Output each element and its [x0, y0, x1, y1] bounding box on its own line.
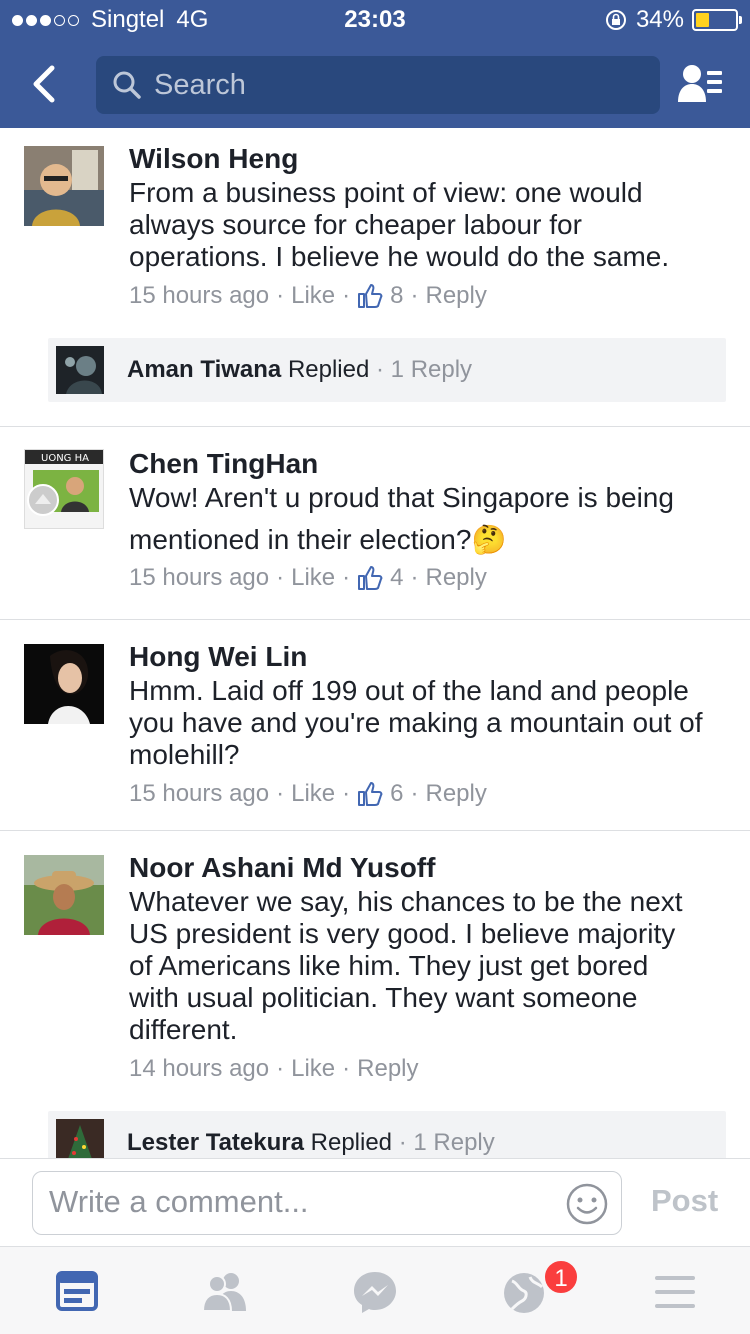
- reply-author: Aman Tiwana: [127, 356, 282, 383]
- timestamp: 15 hours ago: [129, 282, 270, 309]
- comment-meta: 15 hours ago · Like · 6 · Reply: [129, 779, 487, 809]
- comment-text: Whatever we say, his chances to be the n…: [129, 886, 729, 1046]
- comment-composer: Write a comment... Post: [0, 1158, 750, 1246]
- status-bar: Singtel 4G 23:03 34%: [0, 0, 750, 40]
- like-link[interactable]: Like: [291, 563, 335, 593]
- timestamp: 15 hours ago: [129, 564, 270, 591]
- reply-avatar: [56, 1119, 104, 1158]
- top-bar: Singtel 4G 23:03 34% Search: [0, 0, 750, 128]
- comment-line: operations. I believe he would do the sa…: [129, 241, 670, 272]
- svg-text:UONG HA: UONG HA: [41, 453, 89, 464]
- search-placeholder: Search: [154, 68, 246, 101]
- comment-line: Wow! Aren't u proud that Singapore is be…: [129, 482, 674, 513]
- like-link[interactable]: Like: [291, 779, 335, 809]
- avatar[interactable]: [24, 855, 104, 935]
- like-link[interactable]: Like: [291, 281, 335, 311]
- comment-line: molehill?: [129, 739, 240, 770]
- comment-line: with usual politician. They want someone: [129, 982, 638, 1013]
- comment-text: From a business point of view: one would…: [129, 177, 729, 273]
- commenter-name[interactable]: Chen TingHan: [129, 447, 729, 481]
- replied-label: Replied: [310, 1129, 393, 1156]
- reply-link[interactable]: Reply: [357, 1054, 418, 1084]
- comment-meta: 15 hours ago · Like · 8 · Reply: [129, 281, 487, 311]
- back-chevron-icon[interactable]: [24, 62, 64, 106]
- messenger-icon[interactable]: [350, 1269, 400, 1315]
- reply-count: 1 Reply: [390, 356, 473, 383]
- comment-line: always source for cheaper labour for: [129, 209, 582, 240]
- post-button[interactable]: Post: [651, 1183, 718, 1219]
- reply-link[interactable]: Reply: [426, 281, 487, 311]
- commenter-name[interactable]: Hong Wei Lin: [129, 640, 729, 674]
- like-count: 8: [390, 282, 404, 309]
- reply-link[interactable]: Reply: [426, 563, 487, 593]
- comment-line: you have and you're making a mountain ou…: [129, 707, 703, 738]
- avatar[interactable]: UONG HA: [24, 449, 104, 529]
- like-thumb-icon: [358, 284, 383, 308]
- search-input[interactable]: Search: [96, 56, 660, 114]
- battery-icon: [692, 9, 742, 31]
- battery-percent: 34%: [635, 6, 684, 33]
- like-count: 4: [390, 564, 404, 591]
- replies-preview[interactable]: Lester Tatekura Replied · 1 Reply: [48, 1111, 726, 1158]
- commenter-name[interactable]: Noor Ashani Md Yusoff: [129, 851, 729, 885]
- news-feed-icon[interactable]: [52, 1269, 102, 1315]
- timestamp: 14 hours ago: [129, 1055, 270, 1082]
- reply-link[interactable]: Reply: [426, 779, 487, 809]
- search-icon: [113, 71, 141, 99]
- comment-line: of Americans like him. They just get bor…: [129, 950, 649, 981]
- comment-meta: 15 hours ago · Like · 4 · Reply: [129, 563, 487, 593]
- emoji-icon[interactable]: [565, 1182, 609, 1226]
- comment-line: Hmm. Laid off 199 out of the land and pe…: [129, 675, 689, 706]
- comment-line: US president is very good. I believe maj…: [129, 918, 676, 949]
- replies-preview[interactable]: Aman Tiwana Replied · 1 Reply: [48, 338, 726, 402]
- comment-line: mentioned in their election?🤔: [129, 524, 507, 555]
- avatar[interactable]: [24, 644, 104, 724]
- avatar[interactable]: [24, 146, 104, 226]
- divider: [0, 619, 750, 620]
- timestamp: 15 hours ago: [129, 780, 270, 807]
- like-thumb-icon: [358, 566, 383, 590]
- like-link[interactable]: Like: [291, 1054, 335, 1084]
- comment-line: Whatever we say, his chances to be the n…: [129, 886, 683, 917]
- rotation-lock-icon: [605, 10, 626, 30]
- comment-meta: 14 hours ago · Like · Reply: [129, 1054, 419, 1084]
- comment-input[interactable]: Write a comment...: [32, 1171, 622, 1235]
- reply-count: 1 Reply: [413, 1129, 495, 1156]
- divider: [0, 830, 750, 831]
- comment-line: From a business point of view: one would: [129, 177, 643, 208]
- menu-icon[interactable]: [650, 1269, 700, 1315]
- like-count: 6: [390, 780, 404, 807]
- comment-text: Wow! Aren't u proud that Singapore is be…: [129, 477, 729, 561]
- reply-author: Lester Tatekura: [127, 1129, 304, 1156]
- like-thumb-icon: [358, 782, 383, 806]
- commenter-name[interactable]: Wilson Heng: [129, 142, 729, 176]
- comment-placeholder: Write a comment...: [49, 1184, 309, 1219]
- friends-list-icon[interactable]: [676, 62, 726, 106]
- comment-text: Hmm. Laid off 199 out of the land and pe…: [129, 675, 729, 771]
- reply-avatar: [56, 346, 104, 394]
- divider: [0, 426, 750, 427]
- comment-line: different.: [129, 1014, 238, 1045]
- notifications-badge: 1: [543, 1259, 579, 1295]
- friend-requests-icon[interactable]: [200, 1269, 250, 1315]
- comments-list: Wilson Heng From a business point of vie…: [0, 128, 750, 1158]
- tab-bar: 1: [0, 1246, 750, 1334]
- replied-label: Replied: [287, 356, 370, 383]
